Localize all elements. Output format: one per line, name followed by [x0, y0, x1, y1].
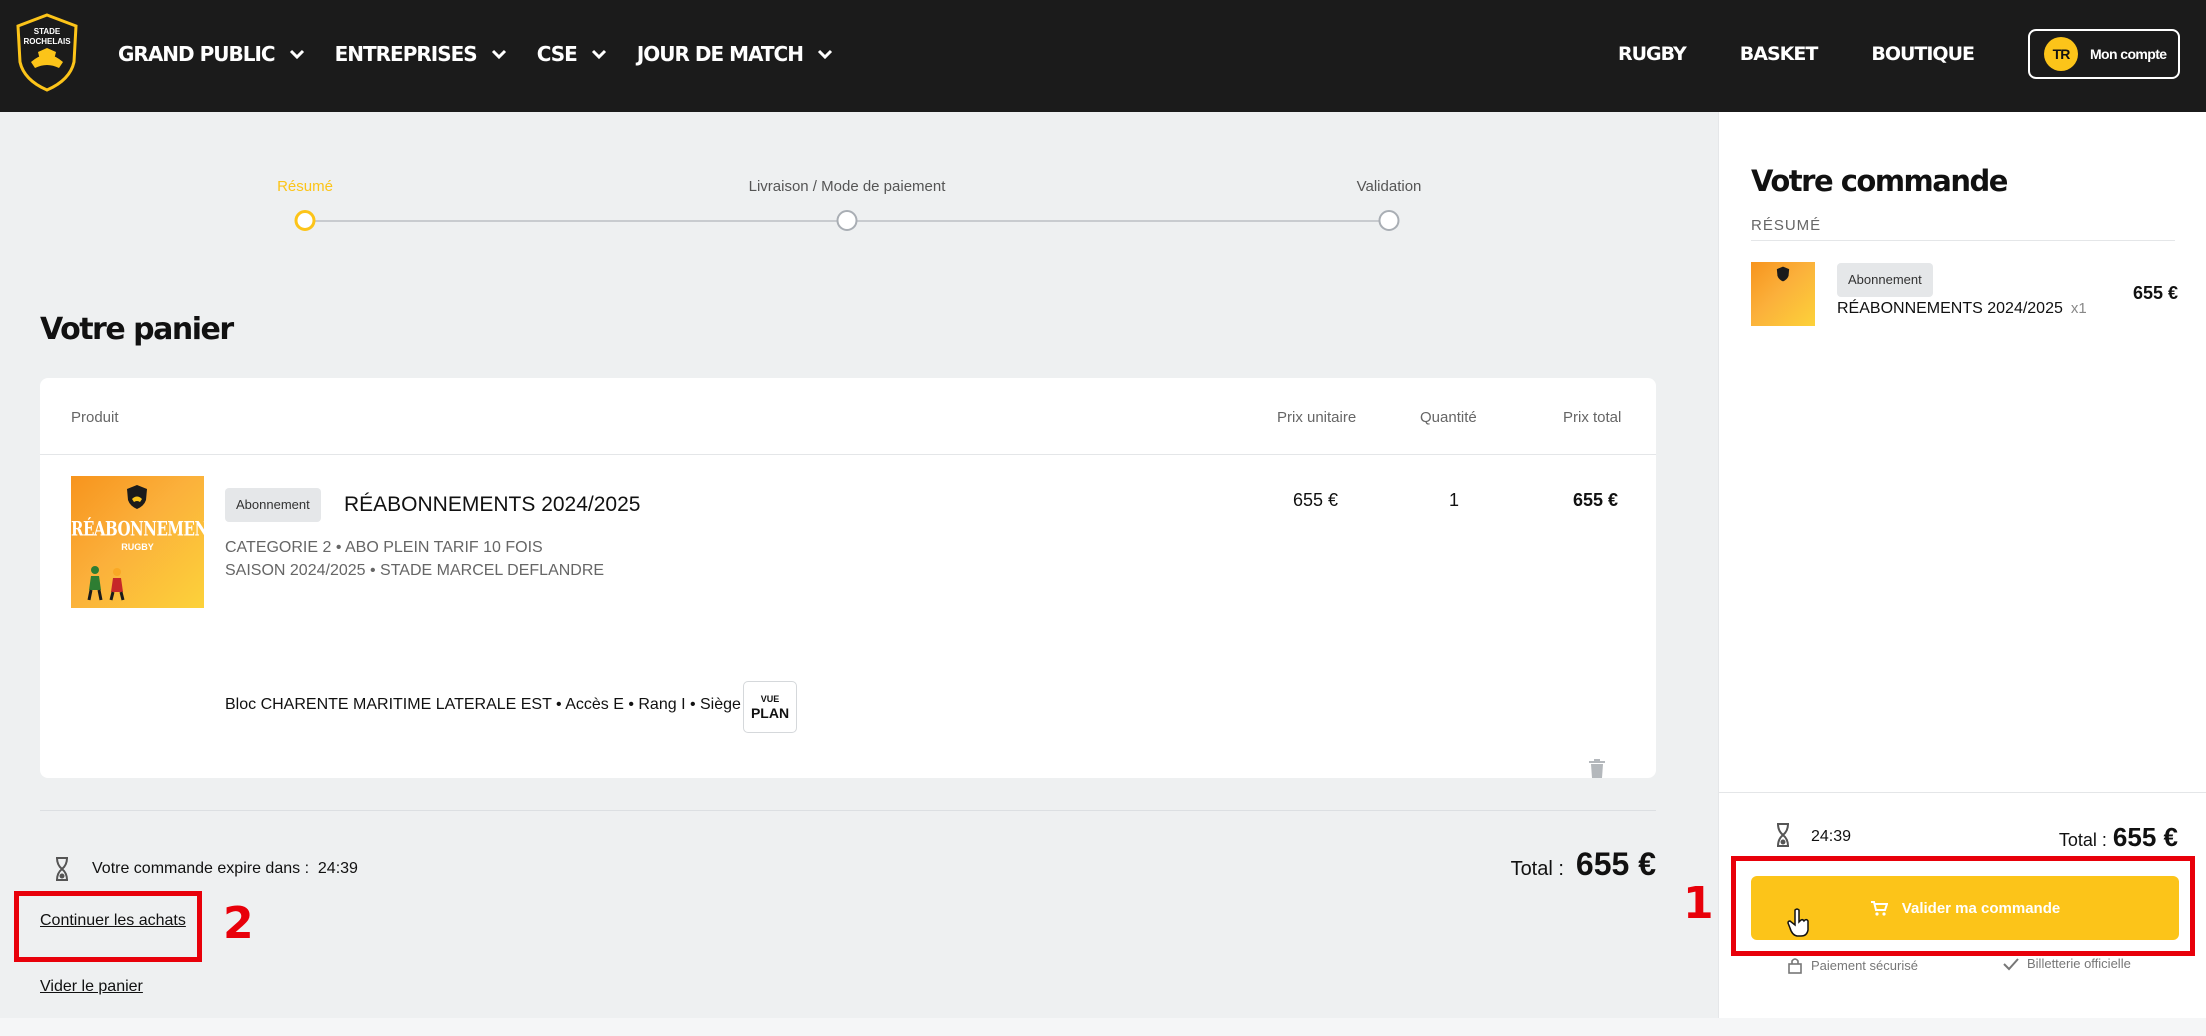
view-plan-button[interactable]: VUE PLAN	[743, 681, 797, 733]
summary-product-qty: x1	[2070, 300, 2087, 317]
step-resume-dot	[294, 210, 316, 231]
order-summary-title: Votre commande	[1751, 164, 2008, 198]
club-crest-icon	[1776, 266, 1790, 282]
product-name: RÉABONNEMENTS 2024/2025	[344, 493, 641, 516]
summary-divider	[40, 810, 1656, 811]
summary-product-badge: Abonnement	[1837, 263, 1933, 297]
summary-product-name: RÉABONNEMENTS 2024/2025 x1	[1837, 300, 2087, 317]
chevron-down-icon	[817, 49, 833, 59]
step-validation-dot	[1378, 210, 1400, 231]
product-image: RÉABONNEMENTS RUGBY	[71, 476, 204, 608]
lock-icon	[1788, 958, 1802, 974]
product-seat: Bloc CHARENTE MARITIME LATERALE EST • Ac…	[225, 696, 773, 713]
cart-table: Produit Prix unitaire Quantité Prix tota…	[40, 378, 1656, 778]
summary-divider-top	[1751, 240, 2175, 241]
checkmark-icon	[2003, 957, 2019, 970]
hourglass-icon	[56, 857, 68, 881]
nav-rugby[interactable]: RUGBY	[1618, 43, 1687, 65]
cart-total: Total : 655 €	[1511, 846, 1656, 883]
column-header-product: Produit	[71, 409, 119, 426]
total-label: Total :	[1510, 858, 1564, 880]
view-plan-top: VUE	[760, 694, 780, 704]
step-livraison-dot	[836, 210, 858, 231]
table-divider	[40, 454, 1656, 455]
club-crest-icon	[127, 485, 147, 509]
nav-cse-label: CSE	[536, 42, 578, 66]
avatar: TR	[2044, 37, 2078, 71]
order-summary-panel: Votre commande RÉSUMÉ Abonnement RÉABONN…	[1718, 112, 2206, 1018]
order-summary-subtitle: RÉSUMÉ	[1751, 217, 1822, 234]
column-header-total-price: Prix total	[1563, 409, 1622, 426]
svg-text:STADE: STADE	[34, 27, 61, 36]
chevron-down-icon	[289, 49, 304, 59]
chevron-down-icon	[491, 49, 506, 59]
secure-payment-label: Paiement sécurisé	[1811, 957, 1918, 973]
product-badge: Abonnement	[225, 488, 321, 522]
step-livraison-label: Livraison / Mode de paiement	[748, 178, 946, 195]
step-validation-label: Validation	[1356, 178, 1422, 195]
svg-text:ROCHELAIS: ROCHELAIS	[23, 37, 71, 46]
hourglass-icon	[1777, 823, 1789, 847]
unit-price: 655 €	[1293, 490, 1339, 510]
players-illustration-icon	[87, 566, 125, 601]
cart-title: Votre panier	[40, 312, 234, 347]
page-bottom-strip	[0, 1018, 2206, 1036]
nav-jour-de-match-label: JOUR DE MATCH	[636, 42, 804, 66]
annotation-number-1: 1	[1683, 878, 1714, 929]
official-ticketing-label: Billetterie officielle	[2027, 956, 2131, 971]
summary-total-value: 655 €	[2112, 822, 2178, 852]
account-button[interactable]: TR Mon compte	[2028, 29, 2180, 79]
column-header-quantity: Quantité	[1420, 409, 1477, 426]
summary-timer: 24:39	[1811, 828, 1852, 845]
nav-entreprises[interactable]: ENTREPRISES	[335, 42, 507, 66]
official-ticketing-note: Billetterie officielle	[2003, 956, 2131, 971]
column-header-unit-price: Prix unitaire	[1277, 409, 1357, 426]
expire-label: Votre commande expire dans : 24:39	[92, 860, 358, 877]
annotation-box-1	[1731, 856, 2195, 956]
step-resume-label: Résumé	[277, 178, 333, 195]
product-image-title: RÉABONNEMENTS	[71, 517, 204, 541]
nav-entreprises-label: ENTREPRISES	[334, 42, 478, 66]
trash-icon[interactable]	[1588, 759, 1606, 779]
summary-total: Total : 655 €	[2059, 822, 2178, 853]
checkout-stepper: Résumé Livraison / Mode de paiement Vali…	[0, 112, 1718, 242]
nav-grand-public[interactable]: GRAND PUBLIC	[118, 42, 305, 66]
summary-divider-bottom	[1719, 792, 2206, 793]
annotation-number-2: 2	[223, 898, 254, 949]
total-value: 655 €	[1575, 846, 1656, 882]
nav-grand-public-label: GRAND PUBLIC	[118, 42, 276, 66]
nav-jour-de-match[interactable]: JOUR DE MATCH	[637, 42, 833, 66]
stade-rochelais-logo[interactable]: STADE ROCHELAIS	[14, 12, 80, 92]
product-image-sub: RUGBY	[121, 542, 154, 552]
summary-product-image	[1751, 262, 1815, 326]
top-navigation: STADE ROCHELAIS GRAND PUBLIC ENTREPRISES…	[0, 0, 2206, 112]
summary-product-price: 655 €	[2132, 283, 2178, 303]
empty-cart-link[interactable]: Vider le panier	[40, 978, 143, 996]
product-season: SAISON 2024/2025 • STADE MARCEL DEFLANDR…	[225, 562, 605, 579]
account-label: Mon compte	[2090, 46, 2167, 62]
product-category: CATEGORIE 2 • ABO PLEIN TARIF 10 FOIS	[225, 539, 543, 556]
expire-time: 24:39	[317, 860, 358, 877]
nav-cse[interactable]: CSE	[537, 42, 607, 66]
nav-boutique[interactable]: BOUTIQUE	[1871, 43, 1975, 65]
annotation-box-2	[14, 891, 202, 962]
nav-basket[interactable]: BASKET	[1740, 43, 1819, 65]
main-menu: GRAND PUBLIC ENTREPRISES CSE JOUR DE MAT…	[118, 0, 863, 108]
secure-payment-note: Paiement sécurisé	[1787, 956, 1918, 974]
secondary-menu: RUGBY BASKET BOUTIQUE TR Mon compte	[1618, 0, 2206, 108]
view-plan-bottom: PLAN	[750, 705, 790, 721]
cart-main: Résumé Livraison / Mode de paiement Vali…	[0, 112, 1718, 1018]
total-price: 655 €	[1573, 490, 1619, 510]
chevron-down-icon	[591, 49, 606, 59]
quantity-value: 1	[1449, 490, 1460, 510]
summary-total-label: Total :	[2058, 830, 2107, 850]
